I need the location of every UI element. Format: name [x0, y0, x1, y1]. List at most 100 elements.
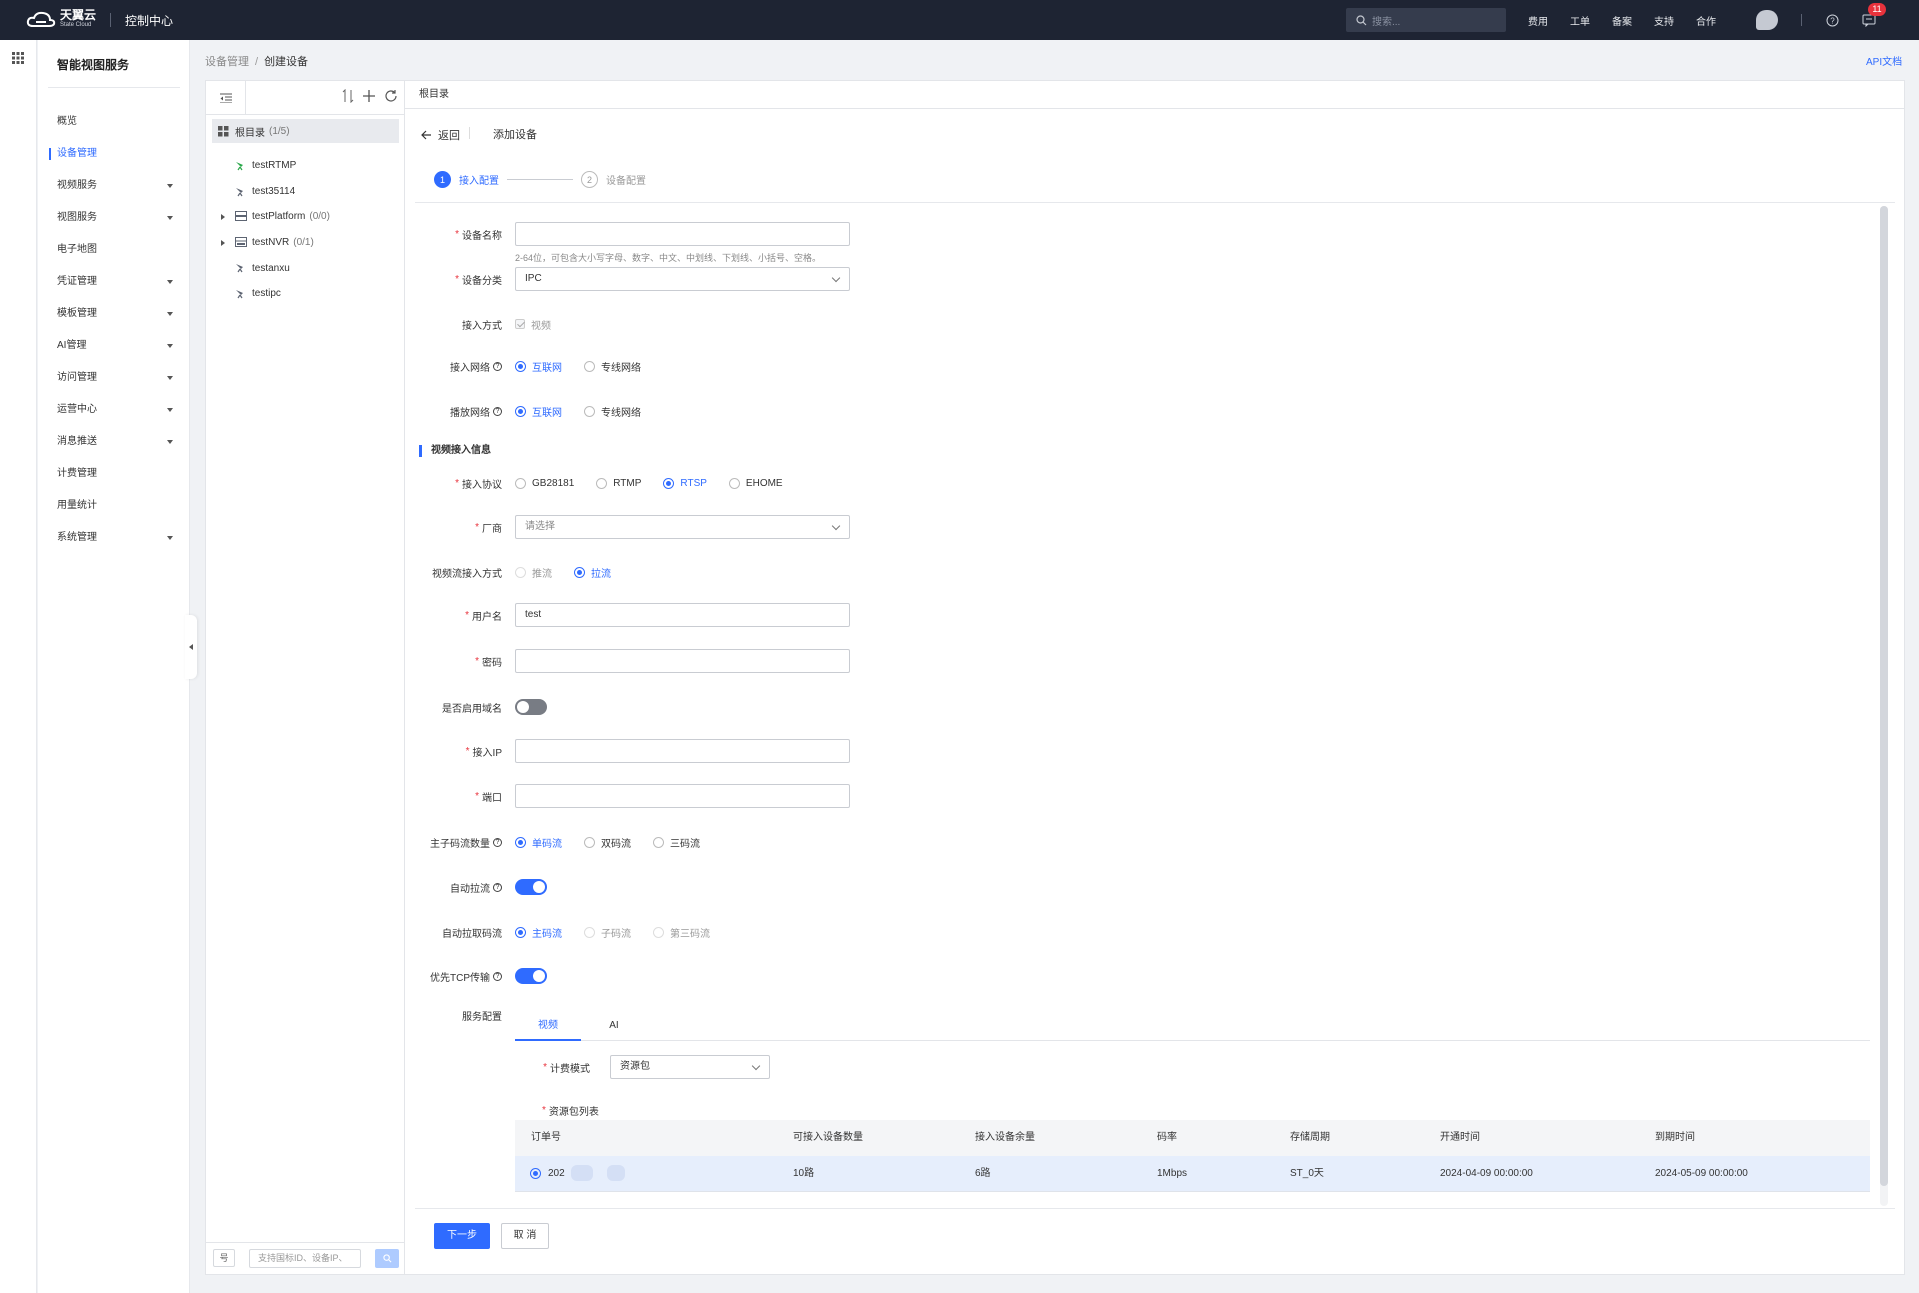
- radio-triple-stream[interactable]: 三码流: [653, 835, 700, 850]
- radio-private-line[interactable]: 专线网络: [584, 359, 641, 374]
- radio-push[interactable]: 推流: [515, 565, 552, 580]
- username-input[interactable]: test: [515, 603, 850, 627]
- tree-search-button[interactable]: [375, 1249, 399, 1268]
- stream-mode-label: 视频流接入方式: [432, 568, 502, 580]
- protocol-radio-group: GB28181 RTMP RTSP EHOME: [515, 475, 805, 491]
- access-ip-label: * 接入IP: [465, 745, 502, 759]
- table-row[interactable]: 202 10路 6路 1Mbps ST_0天 2024-04-09 00:00:…: [515, 1156, 1870, 1192]
- sidebar-item[interactable]: 概览: [38, 106, 190, 138]
- vendor-select[interactable]: 请选择: [515, 515, 850, 539]
- radio-main-stream[interactable]: 主码流: [515, 925, 562, 940]
- package-list-label: * 资源包列表: [542, 1104, 599, 1118]
- sidebar-collapse-button[interactable]: [185, 615, 197, 679]
- radio-internet[interactable]: 互联网: [515, 359, 562, 374]
- sidebar-item[interactable]: 视频服务: [38, 170, 190, 202]
- radio-dual-stream[interactable]: 双码流: [584, 835, 631, 850]
- device-name-input[interactable]: [515, 222, 850, 246]
- device-category-select[interactable]: IPC: [515, 267, 850, 291]
- sidebar-item[interactable]: 视图服务: [38, 202, 190, 234]
- caret-right-icon[interactable]: [221, 239, 225, 246]
- tree-node[interactable]: testipc: [206, 281, 404, 307]
- tree-search-input[interactable]: 支持国标ID、设备IP、: [249, 1249, 361, 1268]
- cancel-button[interactable]: 取 消: [501, 1223, 549, 1249]
- tree-node[interactable]: testNVR (0/1): [206, 230, 404, 256]
- password-input[interactable]: [515, 649, 850, 673]
- radio-ehome[interactable]: EHOME: [728, 477, 783, 489]
- sidebar-item[interactable]: 计费管理: [38, 458, 190, 490]
- prefer-tcp-toggle[interactable]: [515, 968, 547, 984]
- logo[interactable]: 天翼云 State Cloud: [26, 8, 97, 30]
- avatar[interactable]: [1756, 10, 1778, 30]
- top-link-partner[interactable]: 合作: [1696, 13, 1716, 28]
- sidebar-item[interactable]: 系统管理: [38, 522, 190, 554]
- service-tabs: 视频 AI: [515, 1011, 1870, 1041]
- tree-node[interactable]: test35114: [206, 179, 404, 205]
- apps-grid-icon[interactable]: [12, 52, 24, 64]
- tab-ai[interactable]: AI: [581, 1011, 647, 1041]
- next-button[interactable]: 下一步: [434, 1223, 490, 1249]
- password-label: * 密码: [475, 655, 502, 669]
- search-type-button[interactable]: 号: [213, 1249, 235, 1267]
- sidebar-item-label: 模板管理: [57, 308, 97, 319]
- domain-toggle[interactable]: [515, 699, 547, 715]
- help-icon: ?: [493, 361, 502, 371]
- sidebar-item[interactable]: AI管理: [38, 330, 190, 362]
- sidebar-item[interactable]: 设备管理: [38, 138, 190, 170]
- sidebar-item[interactable]: 访问管理: [38, 362, 190, 394]
- radio-third-stream[interactable]: 第三码流: [653, 925, 710, 940]
- top-link-fees[interactable]: 费用: [1528, 13, 1548, 28]
- tab-video[interactable]: 视频: [515, 1011, 581, 1041]
- console-link[interactable]: 控制中心: [125, 12, 173, 29]
- caret-right-icon[interactable]: [221, 213, 225, 220]
- global-search-input[interactable]: 搜索...: [1346, 8, 1506, 32]
- tree-collapse-button[interactable]: [206, 81, 246, 114]
- cell-order-no: 202: [548, 1156, 625, 1192]
- radio-sub-stream[interactable]: 子码流: [584, 925, 631, 940]
- breadcrumb-parent[interactable]: 设备管理: [205, 56, 249, 68]
- tree-root-node[interactable]: 根目录 (1/5): [212, 119, 399, 143]
- row-radio[interactable]: [530, 1168, 541, 1179]
- top-link-tickets[interactable]: 工单: [1570, 13, 1590, 28]
- sidebar-item[interactable]: 运营中心: [38, 394, 190, 426]
- radio-pull[interactable]: 拉流: [574, 565, 611, 580]
- radio-rtsp[interactable]: RTSP: [663, 477, 707, 489]
- scrollbar[interactable]: [1880, 206, 1888, 1206]
- sort-icon[interactable]: [342, 89, 354, 103]
- sidebar-item[interactable]: 消息推送: [38, 426, 190, 458]
- billing-mode-select[interactable]: 资源包: [610, 1055, 770, 1079]
- top-links: 费用 工单 备案 支持 合作: [1528, 0, 1738, 40]
- auto-pull-toggle[interactable]: [515, 879, 547, 895]
- username-label: * 用户名: [465, 609, 502, 623]
- tree-node-label: testipc: [252, 288, 281, 300]
- api-doc-link[interactable]: API文档: [1866, 53, 1902, 68]
- sidebar-item[interactable]: 用量统计: [38, 490, 190, 522]
- help-icon[interactable]: ?: [1826, 14, 1839, 27]
- sidebar-title: 智能视图服务: [57, 58, 130, 72]
- top-link-support[interactable]: 支持: [1654, 13, 1674, 28]
- tree-node[interactable]: testPlatform (0/0): [206, 204, 404, 230]
- refresh-icon[interactable]: [384, 89, 398, 103]
- sidebar-item[interactable]: 电子地图: [38, 234, 190, 266]
- radio-gb28181[interactable]: GB28181: [515, 477, 574, 489]
- add-icon[interactable]: [362, 89, 376, 103]
- radio-single-stream[interactable]: 单码流: [515, 835, 562, 850]
- vendor-placeholder: 请选择: [525, 521, 555, 532]
- billing-mode-value: 资源包: [620, 1061, 650, 1072]
- radio-internet[interactable]: 互联网: [515, 404, 562, 419]
- caret-down-icon: [167, 408, 173, 412]
- top-link-filing[interactable]: 备案: [1612, 13, 1632, 28]
- tree-node[interactable]: testRTMP: [206, 153, 404, 179]
- sidebar-item-label: 电子地图: [57, 244, 97, 255]
- logo-main-text: 天翼云: [60, 8, 97, 22]
- radio-private-line[interactable]: 专线网络: [584, 404, 641, 419]
- sidebar-item[interactable]: 凭证管理: [38, 266, 190, 298]
- back-button[interactable]: 返回: [421, 127, 460, 143]
- caret-down-icon: [167, 312, 173, 316]
- port-input[interactable]: [515, 784, 850, 808]
- sidebar-item[interactable]: 模板管理: [38, 298, 190, 330]
- scrollbar-thumb[interactable]: [1880, 206, 1888, 1186]
- tree-node[interactable]: testanxu: [206, 255, 404, 281]
- service-config-label: 服务配置: [462, 1011, 502, 1023]
- access-ip-input[interactable]: [515, 739, 850, 763]
- radio-rtmp[interactable]: RTMP: [596, 477, 641, 489]
